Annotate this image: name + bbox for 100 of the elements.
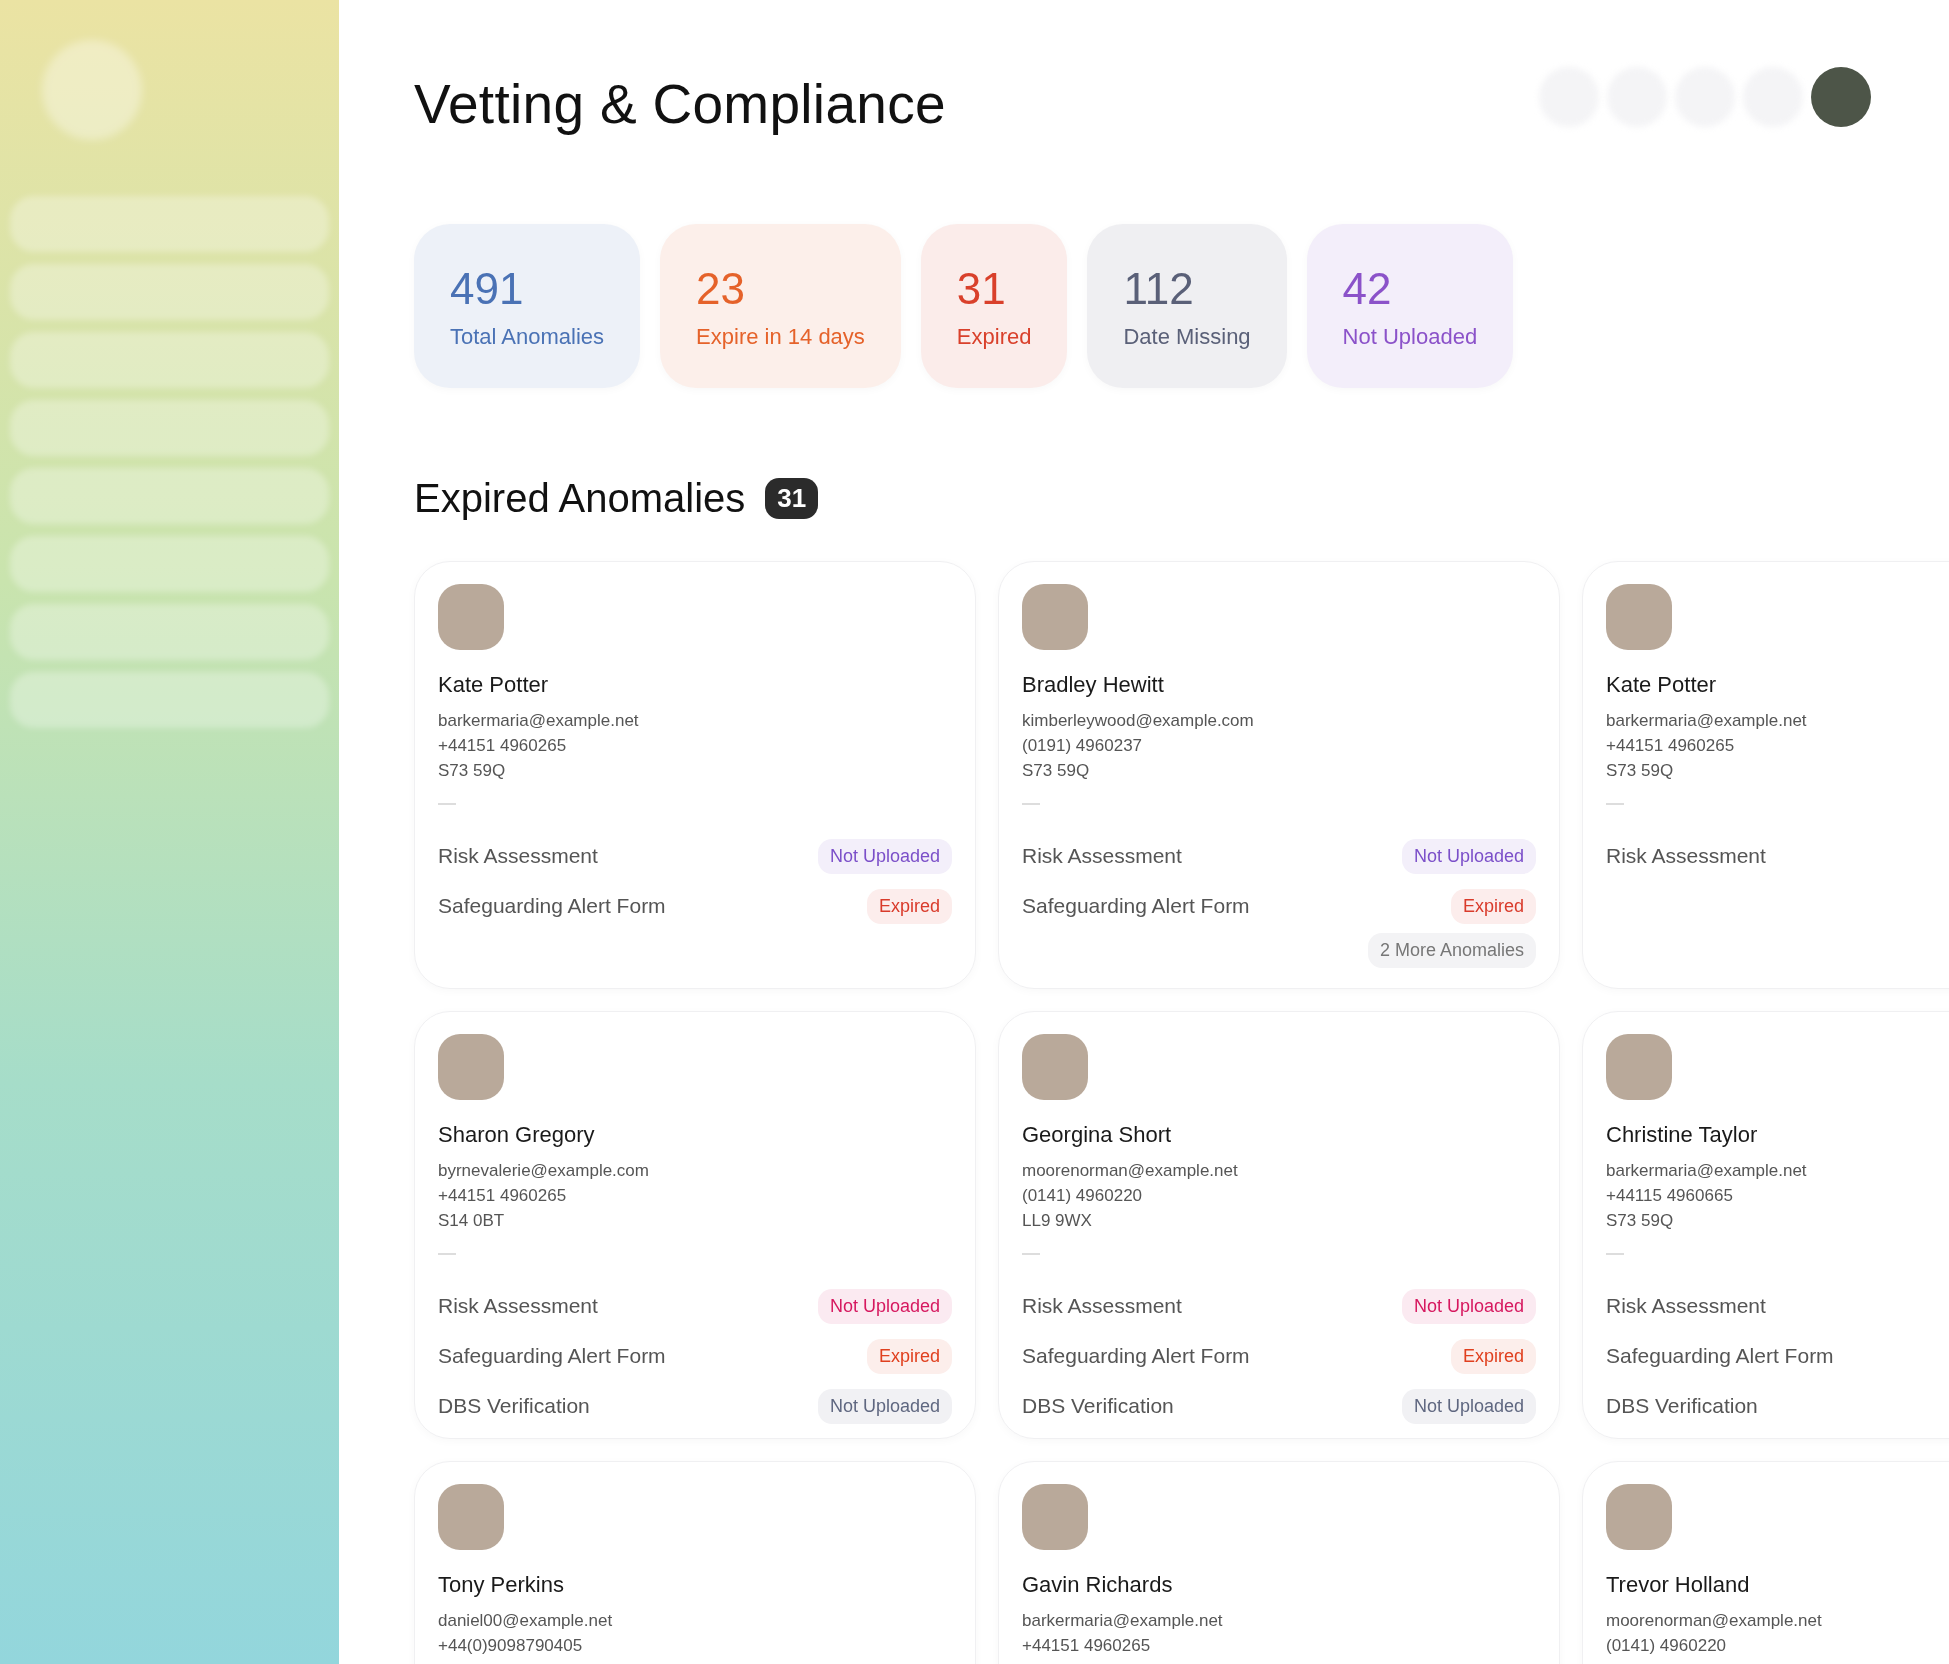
email-text: daniel00@example.net [438,1610,614,1632]
blurred-logo-icon [42,40,142,140]
status-chip: Expired [866,888,952,924]
document-label: Safeguarding Alert Form [438,1344,666,1368]
status-chip: Not Uploaded [1401,1288,1536,1324]
person-card[interactable]: Sharon Gregory byrnevalerie@example.com +44151 4960265 S14 0BT Risk Assessment Not Uploaded Safeguarding Alert Form Expired DBS Verification Not Uploaded [414,1011,976,1439]
stat-value: 42 [1342,264,1393,314]
document-label: Safeguarding Alert Form [1022,1344,1250,1368]
postcode-text: S73 59Q [1022,760,1091,782]
person-name: Gavin Richards [1022,1572,1174,1598]
phone-text: +44151 4960265 [438,735,568,757]
person-name: Trevor Holland [1606,1572,1751,1598]
phone-text: (0141) 4960220 [1022,1185,1144,1207]
phone-text: (0141) 4960220 [1606,1635,1728,1657]
document-label: Risk Assessment [1022,1294,1182,1318]
person-name: Christine Taylor [1606,1122,1759,1148]
phone-text: +44151 4960265 [438,1185,568,1207]
phone-text: +44115 4960665 [1606,1185,1734,1207]
postcode-text: LL9 9WX [1022,1210,1093,1232]
email-text: barkermaria@example.net [1022,1610,1224,1632]
stat-value: 31 [956,264,1007,314]
person-card[interactable]: Kate Potter barkermaria@example.net +44151 4960265 S73 59Q Risk Assessment [1582,561,1949,989]
status-chip: Not Uploaded [1401,838,1536,874]
count-badge: 31 [765,478,819,519]
status-chip: Not Uploaded [1401,1388,1536,1424]
postcode-text: S14 0BT [438,1210,506,1232]
stat-card[interactable]: 42 Not Uploaded [1306,224,1514,388]
phone-text: +44151 4960265 [1606,735,1736,757]
person-name: Kate Potter [1606,672,1718,698]
document-label: Risk Assessment [438,1294,598,1318]
status-chip: Expired [866,1338,952,1374]
avatar-placeholder [438,1484,504,1550]
avatar-placeholder [1022,1484,1088,1550]
stat-value: 23 [696,264,747,314]
email-text: kimberleywood@example.com [1022,710,1255,732]
avatar-placeholder [1606,1484,1672,1550]
document-label: Risk Assessment [1606,844,1766,868]
avatar-placeholder [1022,1034,1088,1100]
person-name: Kate Potter [438,672,550,698]
person-name: Georgina Short [1022,1122,1173,1148]
status-chip: Not Uploaded [817,1288,952,1324]
stat-label: Expire in 14 days [696,324,865,350]
person-name: Bradley Hewitt [1022,672,1165,698]
avatar-placeholder [438,584,504,650]
person-card[interactable]: Gavin Richards barkermaria@example.net +44151 4960265 [998,1461,1560,1664]
phone-text: (0191) 4960237 [1022,735,1144,757]
blurred-menu-item[interactable] [10,332,329,388]
page-title: Vetting & Compliance [414,72,946,136]
person-name: Sharon Gregory [438,1122,596,1148]
avatar-placeholder[interactable] [1811,67,1871,127]
avatar-placeholder [1606,584,1672,650]
stat-label: Not Uploaded [1342,324,1478,350]
postcode-text: S73 59Q [1606,1210,1675,1232]
person-card[interactable]: Georgina Short moorenorman@example.net (0141) 4960220 LL9 9WX Risk Assessment Not Uploaded Safeguarding Alert Form Expired DBS Verification Not Uploaded [998,1011,1560,1439]
blurred-menu-item[interactable] [10,536,329,592]
blurred-menu-item[interactable] [10,400,329,456]
stat-value: 491 [450,264,525,314]
blurred-menu-item[interactable] [10,672,329,728]
blurred-menu-item[interactable] [10,196,329,252]
document-label: Risk Assessment [1022,844,1182,868]
section-title: Expired Anomalies [414,476,746,521]
person-card[interactable]: Kate Potter barkermaria@example.net +44151 4960265 S73 59Q Risk Assessment Not Uploaded Safeguarding Alert Form Expired [414,561,976,989]
more-anomalies-button[interactable]: 2 More Anomalies [1367,933,1536,968]
email-text: barkermaria@example.net [1606,710,1808,732]
document-label: Risk Assessment [438,844,598,868]
blurred-menu-item[interactable] [10,468,329,524]
postcode-text: S73 59Q [438,760,507,782]
email-text: moorenorman@example.net [1022,1160,1239,1182]
stat-label: Expired [956,324,1032,350]
stat-card[interactable]: 31 Expired [920,224,1068,388]
phone-text: +44(0)9098790405 [438,1635,584,1657]
stat-label: Date Missing [1123,324,1251,350]
avatar-placeholder [1022,584,1088,650]
stat-label: Total Anomalies [450,324,605,350]
stat-card[interactable]: 491 Total Anomalies [414,224,641,388]
status-chip: Not Uploaded [817,838,952,874]
status-chip: Not Uploaded [817,1388,952,1424]
document-label: DBS Verification [438,1394,590,1418]
postcode-text: S73 59Q [1606,760,1675,782]
document-label: Safeguarding Alert Form [1022,894,1250,918]
status-chip: Expired [1450,1338,1536,1374]
stat-card[interactable]: 112 Date Missing [1087,224,1287,388]
avatar-placeholder [438,1034,504,1100]
email-text: moorenorman@example.net [1606,1610,1823,1632]
blurred-menu-item[interactable] [10,264,329,320]
document-label: DBS Verification [1022,1394,1174,1418]
person-card[interactable]: Christine Taylor barkermaria@example.net +44115 4960665 S73 59Q Risk Assessment Safeguarding Alert Form DBS Verification [1582,1011,1949,1439]
document-label: Safeguarding Alert Form [438,894,666,918]
email-text: byrnevalerie@example.com [438,1160,650,1182]
status-chip: Expired [1450,888,1536,924]
person-card[interactable]: Trevor Holland moorenorman@example.net (0141) 4960220 [1582,1461,1949,1664]
phone-text: +44151 4960265 [1022,1635,1152,1657]
avatar-placeholder [1606,1034,1672,1100]
document-label: Risk Assessment [1606,1294,1766,1318]
person-card[interactable]: Tony Perkins daniel00@example.net +44(0)9098790405 [414,1461,976,1664]
person-name: Tony Perkins [438,1572,565,1598]
blurred-menu-item[interactable] [10,604,329,660]
stat-value: 112 [1123,264,1195,314]
person-card[interactable]: Bradley Hewitt kimberleywood@example.com (0191) 4960237 S73 59Q Risk Assessment Not Uploaded Safeguarding Alert Form Expired 2 More Anomalies [998,561,1560,989]
email-text: barkermaria@example.net [438,710,640,732]
